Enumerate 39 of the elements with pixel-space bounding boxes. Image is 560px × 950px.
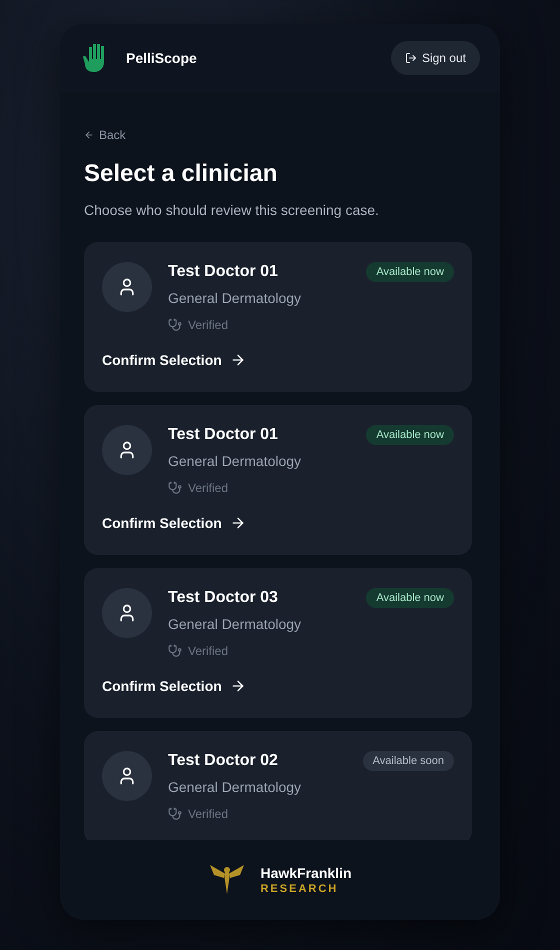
clinician-name: Test Doctor 01	[168, 426, 278, 444]
arrow-right-icon	[230, 515, 246, 531]
user-avatar-icon	[102, 588, 152, 638]
availability-badge: Available now	[366, 425, 454, 445]
clinician-specialty: General Dermatology	[168, 616, 302, 632]
clinician-specialty: General Dermatology	[168, 779, 302, 795]
confirm-selection-button[interactable]: Confirm Selection	[102, 678, 246, 694]
arrow-left-icon	[84, 130, 94, 140]
clinician-name: Test Doctor 01	[168, 263, 278, 281]
confirm-selection-button[interactable]: Confirm Selection	[102, 515, 246, 531]
page-title: Select a clinician	[84, 160, 278, 188]
availability-badge: Available soon	[362, 751, 454, 771]
availability-badge: Available now	[366, 588, 454, 608]
app-name: PelliScope	[126, 50, 197, 66]
confirm-selection-button[interactable]: Confirm Selection	[102, 352, 246, 368]
stethoscope-icon	[168, 318, 182, 332]
clinician-specialty: General Dermatology	[168, 453, 302, 469]
arrow-right-icon	[230, 352, 246, 368]
clinician-name: Test Doctor 03	[168, 589, 278, 607]
page-subtitle: Choose who should review this screening case.	[84, 202, 380, 218]
verified-label: Verified	[168, 644, 228, 658]
stethoscope-icon	[168, 807, 182, 821]
footer-tagline: RESEARCH	[260, 883, 340, 895]
verified-label: Verified	[168, 318, 228, 332]
verified-label: Verified	[168, 807, 228, 821]
sign-out-button[interactable]: Sign out	[390, 41, 480, 75]
stethoscope-icon	[168, 644, 182, 658]
user-avatar-icon	[102, 751, 152, 801]
arrow-right-icon	[230, 678, 246, 694]
clinician-name: Test Doctor 02	[168, 752, 278, 770]
availability-badge: Available now	[366, 262, 454, 282]
verified-label: Verified	[168, 481, 228, 495]
user-avatar-icon	[102, 425, 152, 475]
back-link[interactable]: Back	[84, 128, 126, 142]
clinician-specialty: General Dermatology	[168, 290, 302, 306]
sign-out-icon	[404, 52, 417, 64]
footer-brand: HawkFranklin	[260, 865, 352, 881]
user-avatar-icon	[102, 262, 152, 312]
stethoscope-icon	[168, 481, 182, 495]
